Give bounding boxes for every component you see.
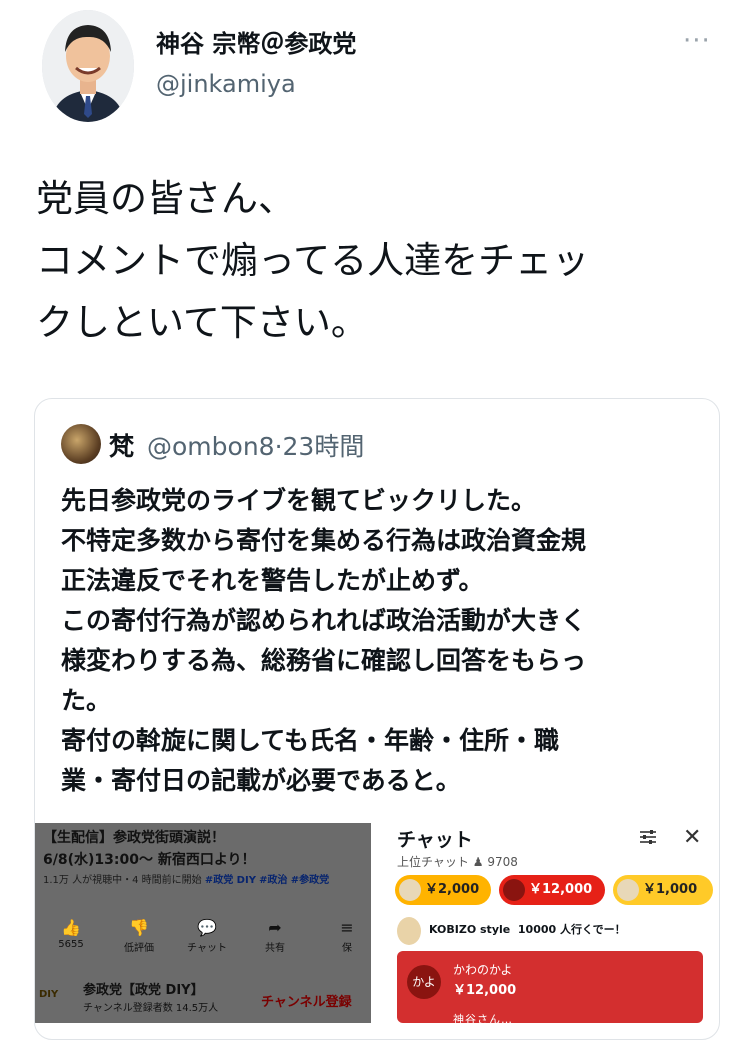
quote-line: 正法違反でそれを警告したが止めず。 — [61, 566, 484, 595]
quote-line: この寄付行為が認められれば政治活動が大きく — [61, 606, 587, 635]
youtube-screenshot[interactable]: 【生配信】参政党街頭演説！ 6/8(水)13:00〜 新宿西口より！ 1.1万 … — [35, 823, 371, 1023]
video-tag[interactable]: #政治 — [259, 875, 287, 886]
dislike-label: 低評価 — [124, 943, 154, 954]
video-tag[interactable]: #参政党 — [291, 875, 329, 886]
more-options-icon[interactable]: ··· — [683, 26, 711, 56]
profile-photo — [42, 10, 134, 122]
video-tag[interactable]: #政党 DIY — [205, 875, 256, 886]
subscribe-button[interactable]: チャンネル登録 — [261, 991, 352, 1010]
superchat-chip[interactable]: ￥2,000 — [395, 875, 491, 905]
live-chat-screenshot[interactable]: チャット 上位チャット ♟ 9708 ✕ ￥2,000 ￥12,000 ￥1,0… — [389, 823, 719, 1023]
video-actions: 👍 5655 👎 低評価 💬 チャット ➦ 共有 ≡ 保 — [35, 917, 371, 965]
video-date: 6/8(水)13:00〜 新宿西口より！ — [43, 852, 256, 868]
chat-mode[interactable]: 上位チャット — [397, 855, 469, 869]
chat-message-body: 10000 人行くでー！ — [517, 923, 626, 936]
quote-line: 不特定多数から寄付を集める行為は政治資金規 — [61, 526, 587, 555]
chat-message[interactable]: KOBIZO style 10000 人行くでー！ — [397, 915, 719, 949]
chat-label: チャット — [187, 943, 227, 954]
chat-icon: 💬 — [197, 918, 217, 937]
channel-logo: DIY — [39, 989, 59, 1000]
superchat-avatar: かよ — [407, 965, 441, 999]
close-icon[interactable]: ✕ — [683, 825, 701, 850]
chat-subtitle[interactable]: 上位チャット ♟ 9708 — [397, 853, 518, 870]
person-icon: ♟ — [472, 855, 484, 869]
quote-handle-time: @ombon8·23時間 — [147, 427, 364, 463]
channel-row[interactable]: DIY 参政党【政党 DIY】 チャンネル登録者数 14.5万人 チャンネル登録 — [35, 973, 371, 1023]
superchat-amount: ￥12,000 — [453, 983, 517, 998]
video-title: 【生配信】参政党街頭演説！ — [43, 830, 225, 846]
chat-viewer-count: 9708 — [487, 855, 518, 869]
chat-title: チャット — [397, 829, 473, 851]
superchat-name: かわのかよ — [453, 963, 513, 977]
chip-avatar — [617, 879, 639, 901]
tweet-line: クしといて下さい。 — [36, 301, 368, 344]
filter-icon-graphic — [640, 830, 656, 844]
video-meta: 1.1万 人が視聴中・4 時間前に開始 #政党 DIY #政治 #参政党 — [43, 873, 361, 888]
chat-message-text: KOBIZO style 10000 人行くでー！ — [429, 921, 626, 937]
save-button[interactable]: ≡ 保 — [317, 917, 371, 954]
quote-time[interactable]: 23時間 — [283, 432, 365, 461]
chat-button[interactable]: 💬 チャット — [177, 917, 237, 954]
share-label: 共有 — [265, 943, 285, 954]
superchat-chip[interactable]: ￥1,000 — [613, 875, 713, 905]
dislike-button[interactable]: 👎 低評価 — [109, 917, 169, 954]
channel-name[interactable]: 参政党【政党 DIY】 — [83, 979, 204, 998]
quote-author-handle[interactable]: @ombon8 — [147, 432, 275, 461]
tweet-line: 党員の皆さん、 — [36, 177, 295, 220]
quote-avatar[interactable] — [61, 424, 101, 464]
thumb-down-icon: 👎 — [129, 918, 149, 937]
chat-message-avatar — [397, 917, 421, 945]
share-icon: ➦ — [268, 918, 282, 937]
quote-line: た。 — [61, 686, 112, 715]
share-button[interactable]: ➦ 共有 — [245, 917, 305, 954]
chip-avatar — [503, 879, 525, 901]
quote-line: 先日参政党のライブを観てビックリした。 — [61, 486, 537, 515]
author-name[interactable]: 神谷 宗幣＠参政党 — [156, 24, 356, 59]
quote-media[interactable]: 【生配信】参政党街頭演説！ 6/8(水)13:00〜 新宿西口より！ 1.1万 … — [35, 823, 719, 1023]
viewer-count: 1.1万 人が視聴中・4 時間前に開始 — [43, 875, 202, 886]
like-button[interactable]: 👍 5655 — [41, 917, 101, 950]
superchat-text: 神谷さん… — [453, 1013, 513, 1023]
filter-icon[interactable] — [639, 829, 657, 849]
save-icon: ≡ — [340, 918, 354, 937]
chip-amount: ￥12,000 — [529, 882, 593, 897]
chip-avatar — [399, 879, 421, 901]
quote-line: 様変わりする為、総務省に確認し回答をもらっ — [61, 646, 587, 675]
chip-amount: ￥2,000 — [425, 882, 480, 897]
superchat-chip[interactable]: ￥12,000 — [499, 875, 605, 905]
chat-message-author: KOBIZO style — [429, 923, 511, 936]
tweet-line: コメントで煽ってる人達をチェッ — [36, 239, 590, 282]
save-label: 保 — [342, 943, 352, 954]
tweet-body: 党員の皆さん、 コメントで煽ってる人達をチェッ クしといて下さい。 — [36, 168, 726, 354]
superchat-tickers: ￥2,000 ￥12,000 ￥1,000 — [395, 875, 719, 909]
quote-author-name[interactable]: 梵 — [109, 427, 134, 463]
quote-line: 業・寄付日の記載が必要であると。 — [61, 766, 461, 795]
thumb-up-icon: 👍 — [61, 918, 81, 937]
like-count: 5655 — [58, 939, 84, 950]
superchat-message[interactable]: かよ かわのかよ ￥12,000 神谷さん… — [397, 951, 703, 1023]
quote-body: 先日参政党のライブを観てビックリした。 不特定多数から寄付を集める行為は政治資金… — [61, 481, 719, 801]
time-separator: · — [274, 432, 283, 461]
quote-line: 寄付の斡旋に関しても氏名・年齢・住所・職 — [61, 726, 560, 755]
chip-amount: ￥1,000 — [643, 882, 698, 897]
tweet-avatar[interactable] — [42, 10, 134, 122]
subscriber-count: チャンネル登録者数 14.5万人 — [83, 1003, 219, 1014]
author-handle[interactable]: @jinkamiya — [156, 70, 296, 98]
quote-tweet-card[interactable]: 梵 @ombon8·23時間 先日参政党のライブを観てビックリした。 不特定多数… — [34, 398, 720, 1040]
